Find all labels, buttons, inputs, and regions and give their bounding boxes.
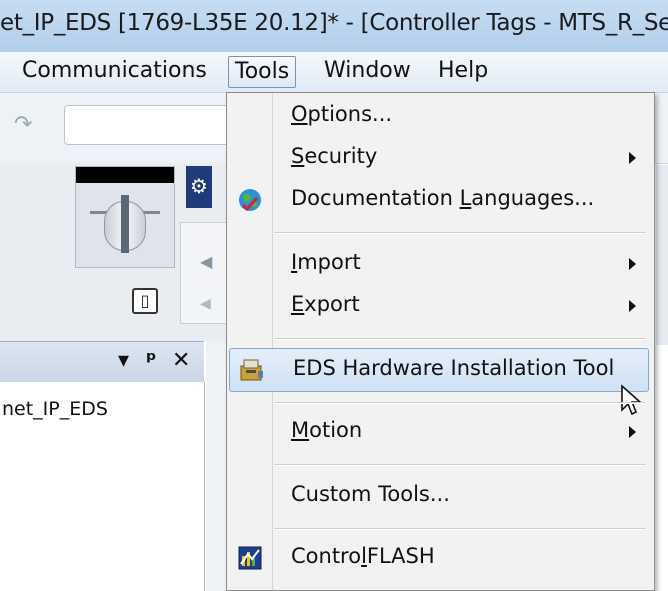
menu-item-controlflash[interactable]: ControlFLASH bbox=[228, 540, 652, 578]
controlflash-icon bbox=[238, 546, 262, 570]
menu-item-label: Motion bbox=[291, 418, 363, 442]
menu-item-label: EDS Hardware Installation Tool bbox=[293, 356, 615, 380]
menu-window[interactable]: Window bbox=[318, 56, 417, 86]
menu-separator bbox=[274, 464, 646, 466]
redo-icon[interactable]: ↷ bbox=[14, 113, 44, 137]
close-icon[interactable]: ✕ bbox=[172, 348, 190, 373]
background-window-edge bbox=[656, 165, 668, 345]
menu-item-import[interactable]: Import bbox=[228, 246, 652, 284]
eds-hardware-icon bbox=[240, 359, 263, 381]
menu-separator bbox=[274, 232, 646, 234]
scroll-left-icon[interactable]: ◀ bbox=[200, 252, 212, 271]
pin-icon[interactable]: ᵖ bbox=[146, 348, 157, 373]
menu-item-options[interactable]: Options... bbox=[228, 98, 652, 136]
panel-dropdown-icon[interactable]: ▾ bbox=[118, 348, 129, 373]
menu-item-label: Export bbox=[291, 292, 360, 316]
menu-tools[interactable]: Tools bbox=[228, 56, 297, 88]
menu-item-label: Documentation Languages... bbox=[291, 186, 595, 210]
keyswitch-icon bbox=[75, 166, 175, 268]
panel-splitter[interactable] bbox=[206, 341, 226, 591]
menu-communications[interactable]: Communications bbox=[16, 56, 213, 86]
submenu-arrow-icon bbox=[629, 152, 636, 164]
menu-separator bbox=[274, 338, 646, 340]
menu-separator bbox=[274, 528, 646, 530]
tree-item-controller[interactable]: net_IP_EDS bbox=[2, 398, 108, 420]
submenu-arrow-icon bbox=[629, 426, 636, 438]
window-title: et_IP_EDS [1769-L35E 20.12]* - [Controll… bbox=[0, 10, 668, 36]
submenu-arrow-icon bbox=[629, 300, 636, 312]
menu-item-label: Import bbox=[291, 250, 361, 274]
toolbar-combo-input[interactable] bbox=[64, 105, 229, 145]
menu-item-label: Options... bbox=[291, 102, 393, 126]
menu-bar: Communications Tools Window Help bbox=[0, 52, 668, 93]
menu-item-label: ControlFLASH bbox=[291, 544, 435, 568]
menu-separator bbox=[274, 402, 646, 404]
menu-help[interactable]: Help bbox=[432, 56, 494, 86]
controller-organizer-header: ▾ ᵖ ✕ bbox=[0, 341, 204, 383]
menu-item-eds-hardware-installation-tool[interactable]: EDS Hardware Installation Tool bbox=[229, 348, 649, 392]
menu-item-documentation-languages[interactable]: Documentation Languages... bbox=[228, 182, 652, 220]
menu-item-security[interactable]: Security bbox=[228, 140, 652, 178]
globe-icon bbox=[239, 189, 261, 212]
menu-item-export[interactable]: Export bbox=[228, 288, 652, 326]
scroll-left-small-icon[interactable]: ◀ bbox=[200, 296, 211, 312]
menu-item-custom-tools[interactable]: Custom Tools... bbox=[228, 478, 652, 516]
menu-item-label: Security bbox=[291, 144, 378, 168]
controller-mode-button[interactable]: ▯ bbox=[132, 288, 158, 314]
controller-organizer-icon[interactable]: ⚙ bbox=[186, 166, 212, 208]
menu-item-motion[interactable]: Motion bbox=[228, 414, 652, 452]
window-title-bar[interactable]: et_IP_EDS [1769-L35E 20.12]* - [Controll… bbox=[0, 0, 668, 53]
submenu-arrow-icon bbox=[629, 258, 636, 270]
mouse-cursor-icon bbox=[621, 384, 642, 416]
menu-item-label: Custom Tools... bbox=[291, 482, 450, 506]
